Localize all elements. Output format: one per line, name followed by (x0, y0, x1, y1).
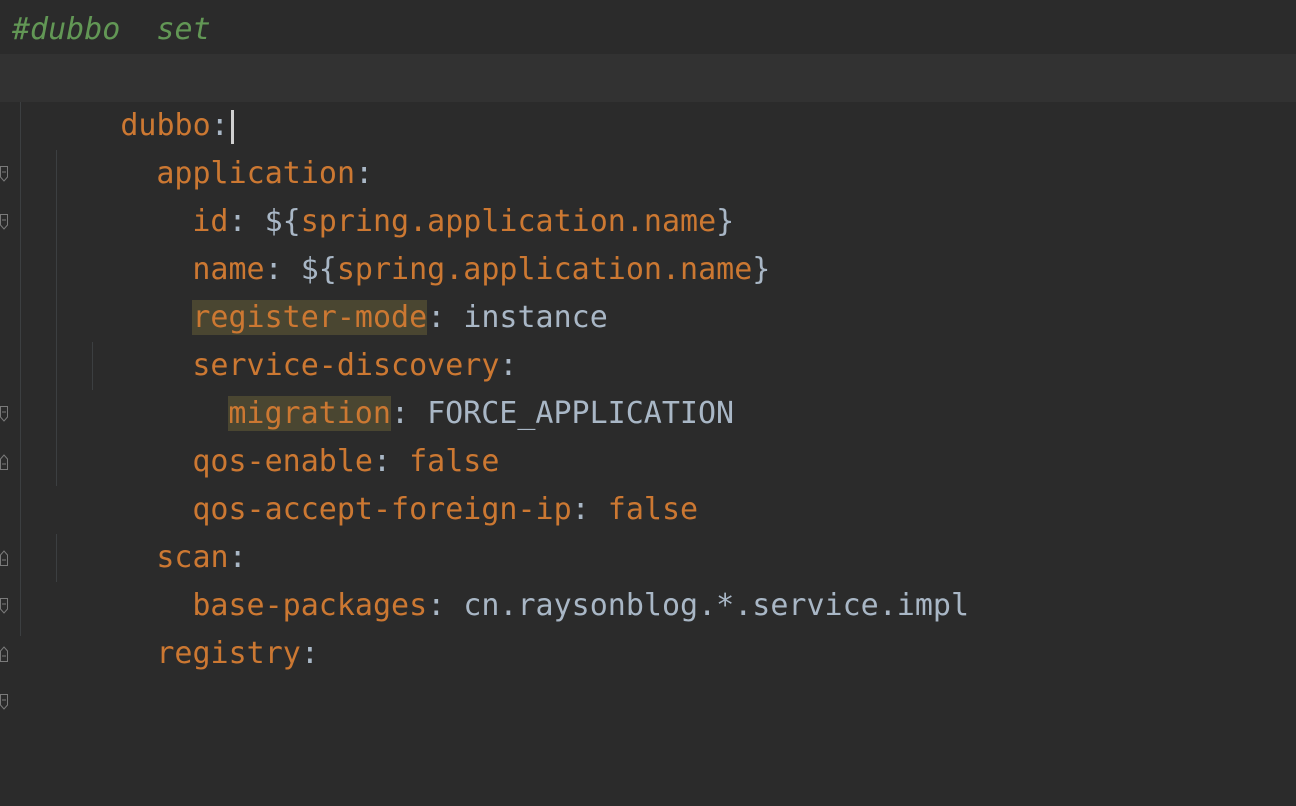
code-line-id[interactable]: id: ${spring.application.name} (0, 150, 1296, 239)
code-line-qos-enable[interactable]: qos-enable: false (0, 390, 1296, 479)
code-line-scan[interactable]: scan: (0, 486, 1296, 614)
fold-open-icon[interactable] (0, 70, 8, 182)
fold-open-icon[interactable] (0, 118, 8, 230)
code-line-comment[interactable]: #dubbo set (0, 6, 1296, 54)
code-line-base-packages[interactable]: base-packages: cn.raysonblog.*.service.i… (0, 534, 1296, 662)
fold-open-icon[interactable] (0, 310, 8, 422)
fold-close-icon[interactable] (0, 454, 8, 566)
fold-open-icon[interactable] (0, 598, 8, 710)
code-line-name[interactable]: name: ${spring.application.name} (0, 198, 1296, 287)
code-line-service-discovery[interactable]: service-discovery: (0, 294, 1296, 422)
code-line-qos-accept-foreign-ip[interactable]: qos-accept-foreign-ip: false (0, 438, 1296, 566)
fold-close-icon[interactable] (0, 358, 8, 470)
comment-text: #dubbo set (12, 12, 211, 47)
yaml-colon: : (300, 636, 319, 671)
code-editor[interactable]: #dubbo set dubbo: application: id: ${spr… (0, 0, 1296, 710)
code-line-migration[interactable]: migration: FORCE_APPLICATION (0, 342, 1296, 470)
code-line-register-mode[interactable]: register-mode: instance (0, 246, 1296, 335)
code-line-dubbo[interactable]: dubbo: (0, 54, 1296, 182)
fold-close-icon[interactable] (0, 550, 8, 662)
yaml-key: registry (156, 636, 301, 671)
code-line-registry[interactable]: registry: (0, 582, 1296, 710)
fold-open-icon[interactable] (0, 502, 8, 614)
code-line-application[interactable]: application: (0, 102, 1296, 230)
